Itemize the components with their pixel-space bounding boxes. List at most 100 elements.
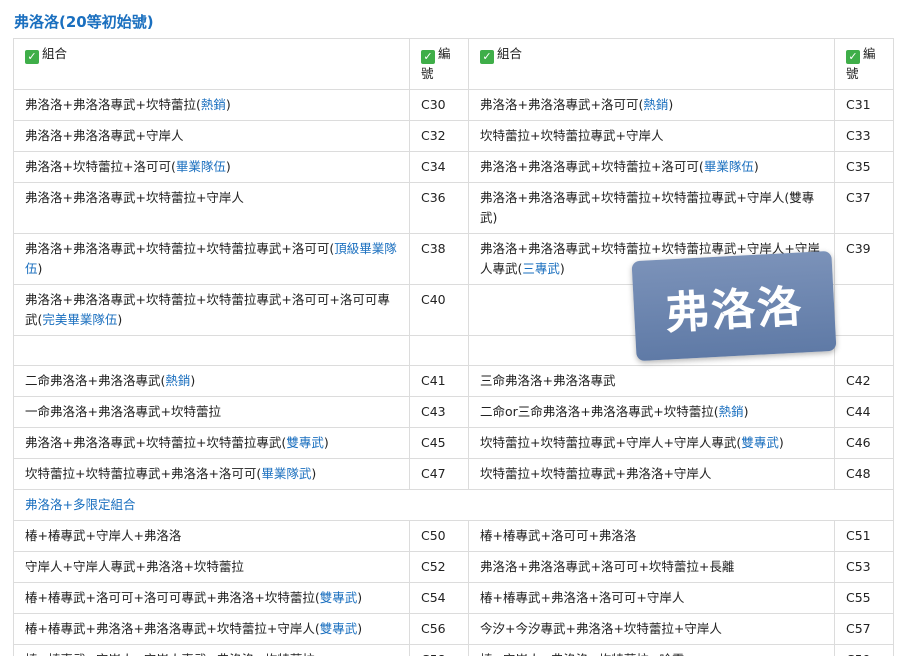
section-row: 弗洛洛+多限定組合: [13, 489, 894, 521]
combo-cell-left: [13, 335, 410, 366]
code-cell-right: C59: [834, 644, 894, 656]
highlight-tag: 完美畢業隊伍: [42, 312, 118, 327]
code-cell-left: C34: [409, 151, 469, 183]
table-row: 椿+椿專武+守岸人+弗洛洛 C50 椿+椿專武+洛可可+弗洛洛 C51: [13, 520, 894, 552]
combo-cell-left: 弗洛洛+弗洛洛專武+坎特蕾拉+守岸人: [13, 182, 410, 234]
combo-text-end: ): [778, 435, 784, 450]
combo-text: 弗洛洛+弗洛洛專武+洛可可(: [480, 97, 644, 112]
checkmark-icon: ✓: [846, 50, 860, 64]
table-header-row: ✓ 組合 ✓ 編號 ✓ 組合 ✓ 編號: [13, 38, 894, 90]
combo-cell-right: 椿+守岸人+弗洛洛+坎特蕾拉+吟霖: [468, 644, 835, 656]
combo-cell-right: 坎特蕾拉+坎特蕾拉專武+守岸人: [468, 120, 835, 152]
code-cell-left: C38: [409, 233, 469, 285]
combo-cell-right: 弗洛洛+弗洛洛專武+坎特蕾拉+洛可可(畢業隊伍): [468, 151, 835, 183]
table-row: 椿+椿專武+洛可可+洛可可專武+弗洛洛+坎特蕾拉(雙專武) C54 椿+椿專武+弗洛…: [13, 582, 894, 614]
highlight-tag: 熱銷: [200, 97, 226, 112]
code-cell-left: C43: [409, 396, 469, 428]
combo-cell-left: 弗洛洛+弗洛洛專武+坎特蕾拉(熱銷): [13, 89, 410, 121]
table-row: 坎特蕾拉+坎特蕾拉專武+弗洛洛+洛可可(畢業隊武) C47 坎特蕾拉+坎特蕾拉專武+…: [13, 458, 894, 490]
combo-cell-right: 三命弗洛洛+弗洛洛專武: [468, 365, 835, 397]
combo-text-end: ): [559, 261, 565, 276]
code-cell-right: C37: [834, 182, 894, 234]
combo-text: 今汐+今汐專武+弗洛洛+坎特蕾拉+守岸人: [480, 621, 722, 636]
checkmark-icon: ✓: [25, 50, 39, 64]
section-title: 弗洛洛+多限定組合: [13, 489, 894, 521]
combo-text: 二命or三命弗洛洛+弗洛洛專武+坎特蕾拉(: [480, 404, 719, 419]
combo-text: 弗洛洛+弗洛洛專武+坎特蕾拉+坎特蕾拉專武(: [25, 435, 287, 450]
table-row: 弗洛洛+弗洛洛專武+坎特蕾拉+坎特蕾拉專武(雙專武) C45 坎特蕾拉+坎特蕾拉專武…: [13, 427, 894, 459]
combo-text: 椿+椿專武+洛可可+弗洛洛: [480, 528, 637, 543]
combo-text-end: ): [357, 590, 363, 605]
code-cell-left: C56: [409, 613, 469, 645]
combo-cell-right: 弗洛洛+弗洛洛專武+洛可可(熱銷): [468, 89, 835, 121]
code-cell-left: C47: [409, 458, 469, 490]
combo-cell-right: 椿+椿專武+洛可可+弗洛洛: [468, 520, 835, 552]
highlight-tag: 畢業隊伍: [175, 159, 226, 174]
combo-text: 三命弗洛洛+弗洛洛專武: [480, 373, 616, 388]
combo-text: 坎特蕾拉+坎特蕾拉專武+守岸人: [480, 128, 664, 143]
code-cell-left: C32: [409, 120, 469, 152]
code-cell-right: C48: [834, 458, 894, 490]
combo-text: 椿+椿專武+弗洛洛+洛可可+守岸人: [480, 590, 685, 605]
combo-text-end: ): [117, 312, 123, 327]
combo-cell-right: 弗洛洛+弗洛洛專武+坎特蕾拉+坎特蕾拉專武+守岸人(雙專武): [468, 182, 835, 234]
combo-text: 弗洛洛+弗洛洛專武+坎特蕾拉(: [25, 97, 201, 112]
highlight-tag: 三專武: [522, 261, 560, 276]
combo-text-end: ): [357, 621, 363, 636]
combo-text: 弗洛洛+弗洛洛專武+洛可可+坎特蕾拉+長離: [480, 559, 735, 574]
combo-cell-left: 椿+椿專武+弗洛洛+弗洛洛專武+坎特蕾拉+守岸人(雙專武): [13, 613, 410, 645]
highlight-tag: 熱銷: [165, 373, 191, 388]
combo-text: 坎特蕾拉+坎特蕾拉專武+弗洛洛+守岸人: [480, 466, 712, 481]
code-cell-left: C36: [409, 182, 469, 234]
combo-cell-left: 二命弗洛洛+弗洛洛專武(熱銷): [13, 365, 410, 397]
combo-text: 椿+守岸人+弗洛洛+坎特蕾拉+吟霖: [480, 652, 684, 656]
page: 弗洛洛(20等初始號) ✓ 組合 ✓ 編號 ✓ 組合 ✓ 編號 弗洛洛+弗洛洛專武+坎特…: [0, 0, 900, 656]
header-code-right: ✓ 編號: [834, 38, 894, 90]
combo-text: 椿+椿專武+弗洛洛+弗洛洛專武+坎特蕾拉+守岸人(: [25, 621, 320, 636]
header-combo-right: ✓ 組合: [468, 38, 835, 90]
code-cell-right: C53: [834, 551, 894, 583]
highlight-tag: 熱銷: [718, 404, 744, 419]
combo-cell-left: 弗洛洛+弗洛洛專武+坎特蕾拉+坎特蕾拉專武+洛可可+洛可可專武(完美畢業隊伍): [13, 284, 410, 336]
combo-cell-left: 弗洛洛+弗洛洛專武+守岸人: [13, 120, 410, 152]
combo-text-end: ): [753, 159, 759, 174]
combo-cell-left: 椿+椿專武+洛可可+洛可可專武+弗洛洛+坎特蕾拉(雙專武): [13, 582, 410, 614]
combo-cell-left: 弗洛洛+弗洛洛專武+坎特蕾拉+坎特蕾拉專武(雙專武): [13, 427, 410, 459]
table-row: 弗洛洛+坎特蕾拉+洛可可(畢業隊伍) C34 弗洛洛+弗洛洛專武+坎特蕾拉+洛可可(…: [13, 151, 894, 183]
combo-cell-left: 守岸人+守岸人專武+弗洛洛+坎特蕾拉: [13, 551, 410, 583]
combo-cell-left: 椿+椿專武+守岸人+守岸人專武+弗洛洛+坎特蕾拉: [13, 644, 410, 656]
code-cell-right: C39: [834, 233, 894, 285]
code-cell-right: C46: [834, 427, 894, 459]
code-cell-left: C41: [409, 365, 469, 397]
combo-text: 二命弗洛洛+弗洛洛專武(: [25, 373, 166, 388]
table-row: 二命弗洛洛+弗洛洛專武(熱銷) C41 三命弗洛洛+弗洛洛專武 C42: [13, 365, 894, 397]
combo-text: 弗洛洛+弗洛洛專武+坎特蕾拉+洛可可(: [480, 159, 704, 174]
checkmark-icon: ✓: [421, 50, 435, 64]
code-cell-right: C42: [834, 365, 894, 397]
combo-text: 守岸人+守岸人專武+弗洛洛+坎特蕾拉: [25, 559, 244, 574]
code-cell-left: C50: [409, 520, 469, 552]
highlight-tag: 畢業隊伍: [703, 159, 754, 174]
code-cell-right: C51: [834, 520, 894, 552]
combo-cell-left: 弗洛洛+弗洛洛專武+坎特蕾拉+坎特蕾拉專武+洛可可(頂級畢業隊伍): [13, 233, 410, 285]
combo-cell-right: 坎特蕾拉+坎特蕾拉專武+守岸人+守岸人專武(雙專武): [468, 427, 835, 459]
combo-text: 坎特蕾拉+坎特蕾拉專武+守岸人+守岸人專武(: [480, 435, 742, 450]
code-cell-left: [409, 335, 469, 366]
code-cell-left: C45: [409, 427, 469, 459]
combo-text: 弗洛洛+弗洛洛專武+守岸人: [25, 128, 184, 143]
table-row: 弗洛洛+弗洛洛專武+坎特蕾拉(熱銷) C30 弗洛洛+弗洛洛專武+洛可可(熱銷) C3…: [13, 89, 894, 121]
combo-text-end: ): [323, 435, 329, 450]
combo-text-end: ): [668, 97, 674, 112]
watermark-badge: 弗洛洛: [631, 250, 837, 362]
page-title: 弗洛洛(20等初始號): [14, 13, 154, 31]
code-cell-left: C54: [409, 582, 469, 614]
code-cell-right: [834, 284, 894, 336]
combo-text: 椿+椿專武+守岸人+弗洛洛: [25, 528, 182, 543]
combo-text: 一命弗洛洛+弗洛洛專武+坎特蕾拉: [25, 404, 221, 419]
code-cell-right: C55: [834, 582, 894, 614]
table-row: 弗洛洛+弗洛洛專武+守岸人 C32 坎特蕾拉+坎特蕾拉專武+守岸人 C33: [13, 120, 894, 152]
code-cell-left: C58: [409, 644, 469, 656]
table-row: 椿+椿專武+弗洛洛+弗洛洛專武+坎特蕾拉+守岸人(雙專武) C56 今汐+今汐專武+…: [13, 613, 894, 645]
highlight-tag: 雙專武: [319, 590, 358, 605]
combo-cell-left: 弗洛洛+坎特蕾拉+洛可可(畢業隊伍): [13, 151, 410, 183]
